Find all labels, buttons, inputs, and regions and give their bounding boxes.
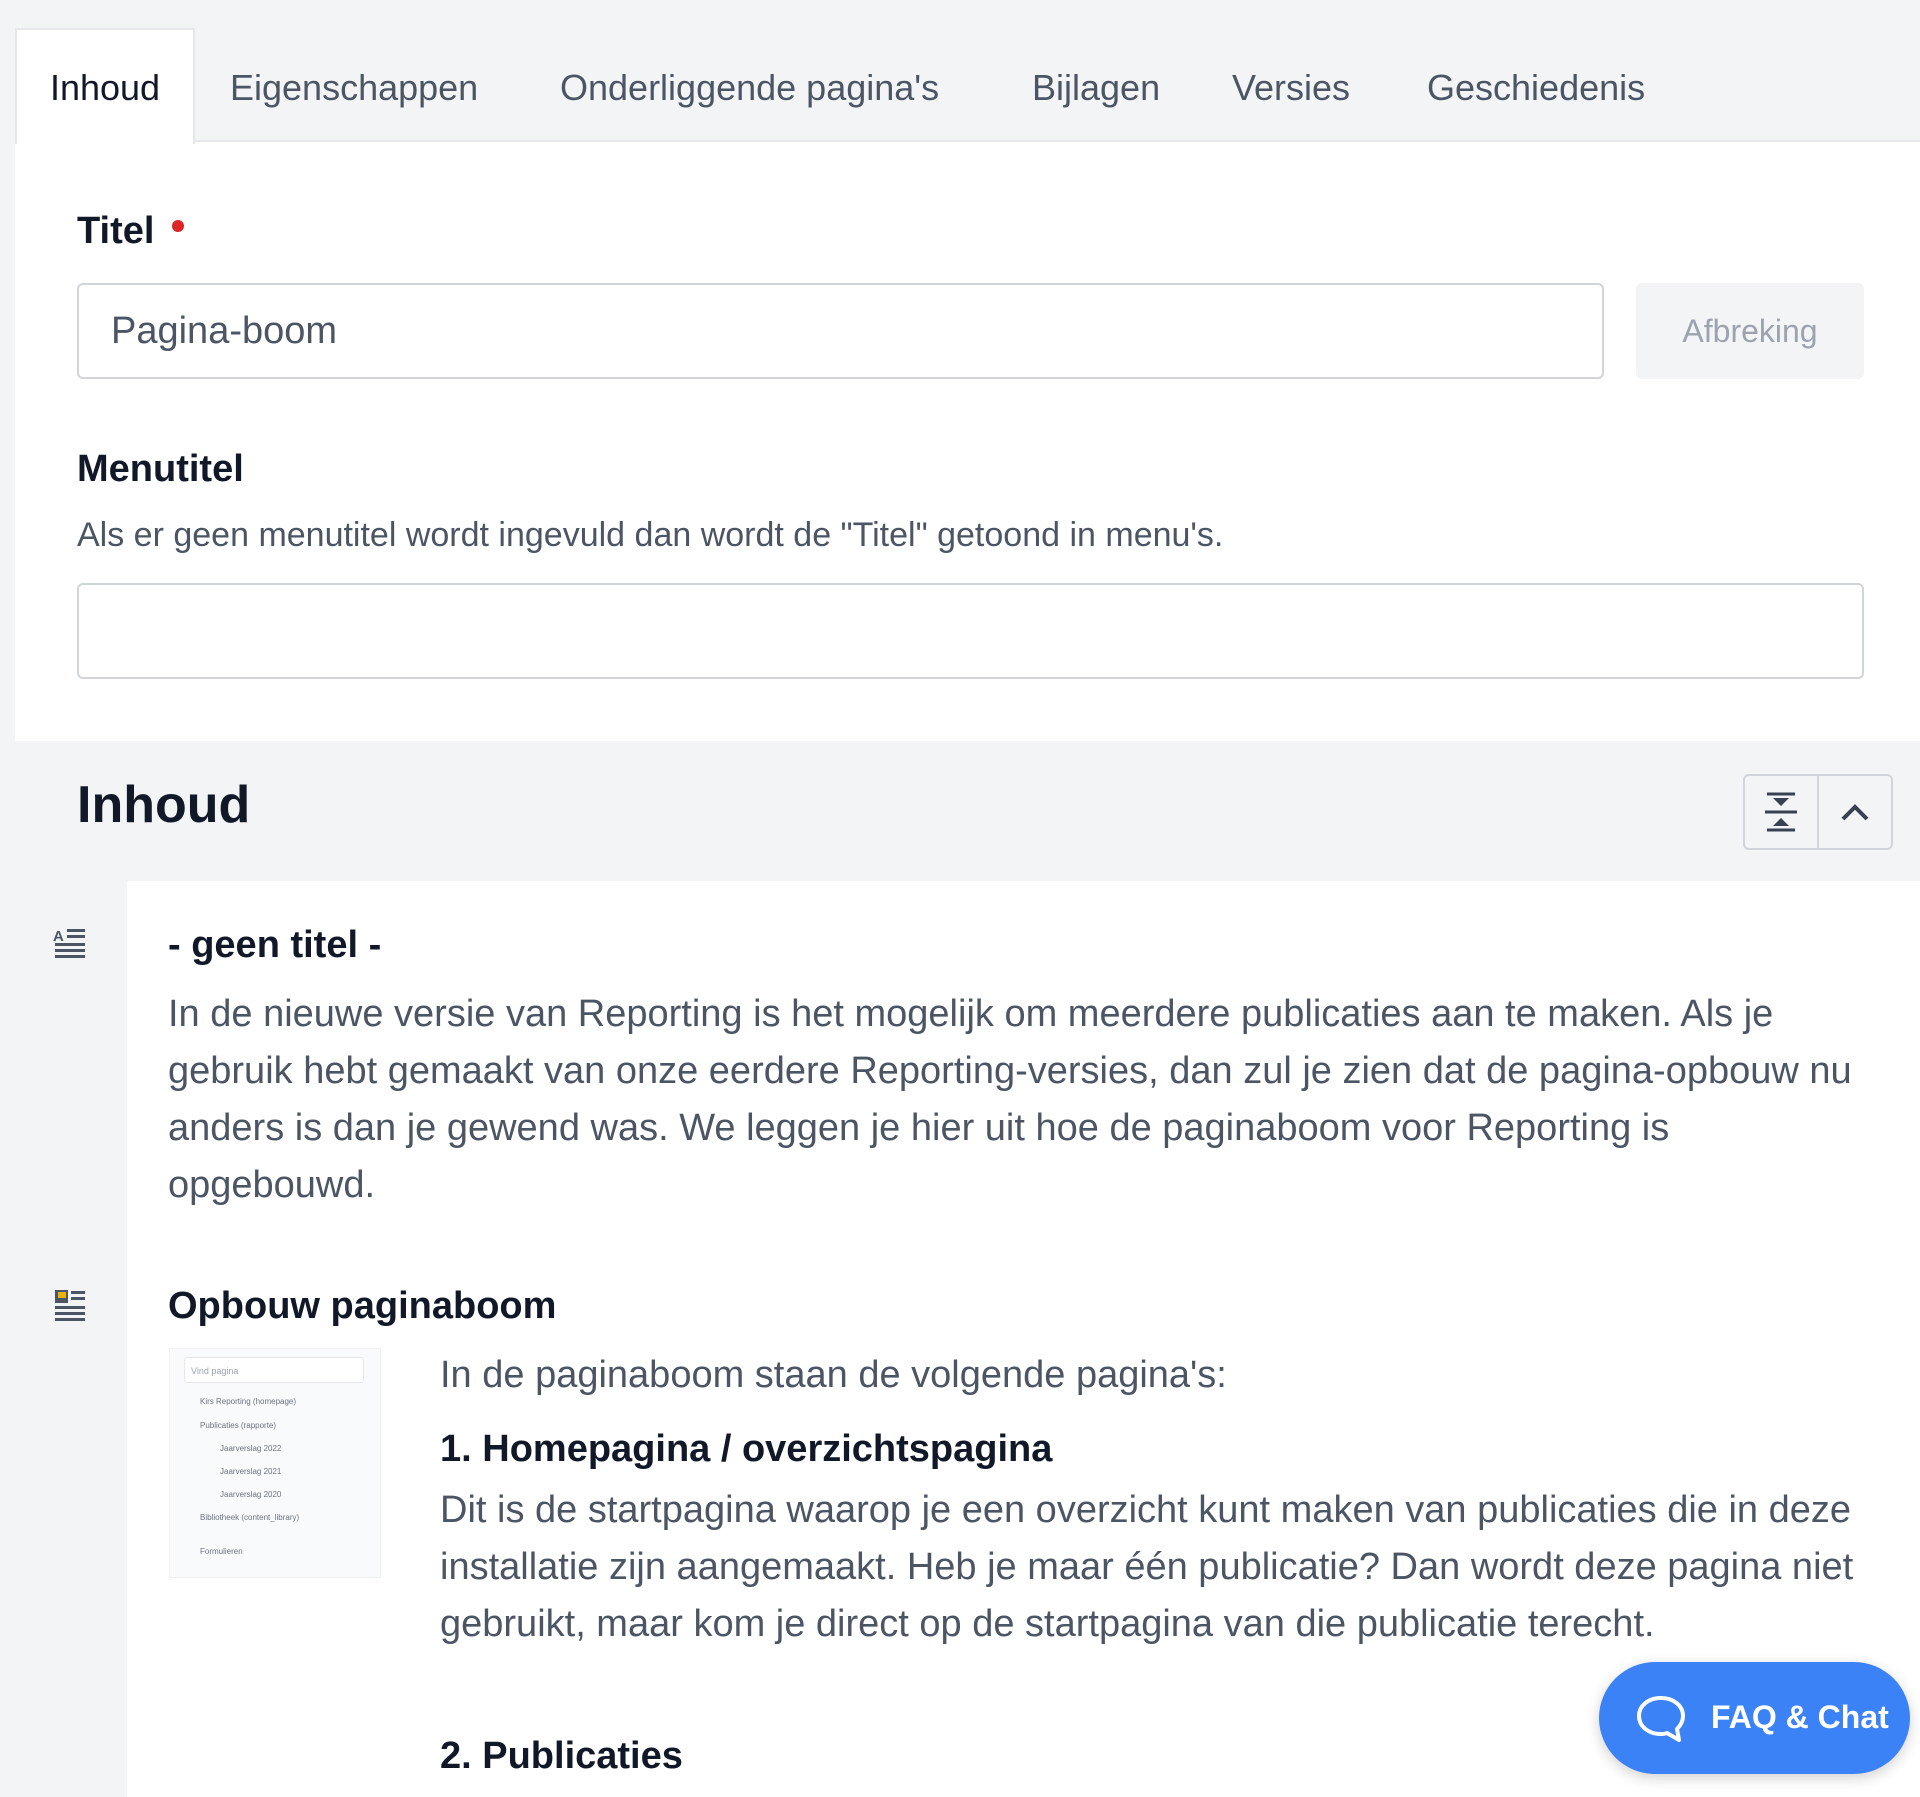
afbreking-button[interactable]: Afbreking <box>1636 283 1864 379</box>
block-title: - geen titel - <box>168 924 382 966</box>
chat-bubble-icon <box>1637 1696 1685 1742</box>
tab-inhoud[interactable]: Inhoud <box>15 28 195 144</box>
block-rail <box>15 881 127 1797</box>
required-indicator <box>172 220 184 232</box>
thumbnail-row: Jaarverslag 2021 <box>220 1467 282 1476</box>
collapse-section-button[interactable] <box>1817 776 1891 848</box>
collapse-all-icon <box>1765 792 1797 832</box>
thumbnail-row: Formulieren <box>200 1547 243 1556</box>
thumbnail-row: Bibliotheek (content_library) <box>200 1513 300 1522</box>
menutitle-help: Als er geen menutitel wordt ingevuld dan… <box>77 516 1224 554</box>
thumbnail-row: Jaarverslag 2020 <box>220 1490 282 1499</box>
thumbnail-row: Publicaties (rapporte) <box>200 1421 277 1430</box>
svg-text:A: A <box>53 928 64 945</box>
title-input[interactable] <box>77 283 1604 379</box>
block-intro: In de paginaboom staan de volgende pagin… <box>440 1354 1227 1396</box>
item1-text: Dit is de startpagina waarop je een over… <box>440 1489 1854 1645</box>
thumbnail-row: Jaarverslag 2022 <box>220 1444 282 1453</box>
content-section-header: Inhoud <box>15 741 1920 881</box>
chevron-up-icon <box>1841 804 1869 821</box>
tab-onderliggende-paginas[interactable]: Onderliggende pagina's <box>560 30 939 142</box>
title-label: Titel <box>77 210 155 252</box>
text-block-icon: A <box>53 928 85 958</box>
tab-eigenschappen[interactable]: Eigenschappen <box>230 30 478 142</box>
faq-chat-button[interactable]: FAQ & Chat <box>1599 1662 1910 1774</box>
block-title: Opbouw paginaboom <box>168 1285 557 1327</box>
item1-heading: 1. Homepagina / overzichtspagina <box>440 1428 1053 1470</box>
tab-bijlagen[interactable]: Bijlagen <box>1032 30 1160 142</box>
item2-heading: 2. Publicaties <box>440 1735 683 1777</box>
section-controls <box>1743 774 1893 850</box>
faq-chat-label: FAQ & Chat <box>1711 1699 1889 1735</box>
tab-versies[interactable]: Versies <box>1232 30 1350 142</box>
pagetree-thumbnail: Vind pagina Kirs Reporting (homepage) Pu… <box>169 1348 381 1578</box>
thumbnail-search: Vind pagina <box>184 1357 364 1383</box>
section-title: Inhoud <box>77 776 251 834</box>
menutitle-input[interactable] <box>77 583 1864 679</box>
editor-panel: Inhoud Eigenschappen Onderliggende pagin… <box>15 0 1920 1797</box>
image-text-block-icon <box>55 1290 85 1321</box>
thumbnail-row: Kirs Reporting (homepage) <box>200 1397 297 1406</box>
collapse-all-button[interactable] <box>1745 776 1817 848</box>
tab-geschiedenis[interactable]: Geschiedenis <box>1427 30 1645 142</box>
menutitle-label: Menutitel <box>77 448 244 490</box>
block-text: In de nieuwe versie van Reporting is het… <box>168 993 1852 1206</box>
tab-bar: Inhoud Eigenschappen Onderliggende pagin… <box>15 0 1920 144</box>
